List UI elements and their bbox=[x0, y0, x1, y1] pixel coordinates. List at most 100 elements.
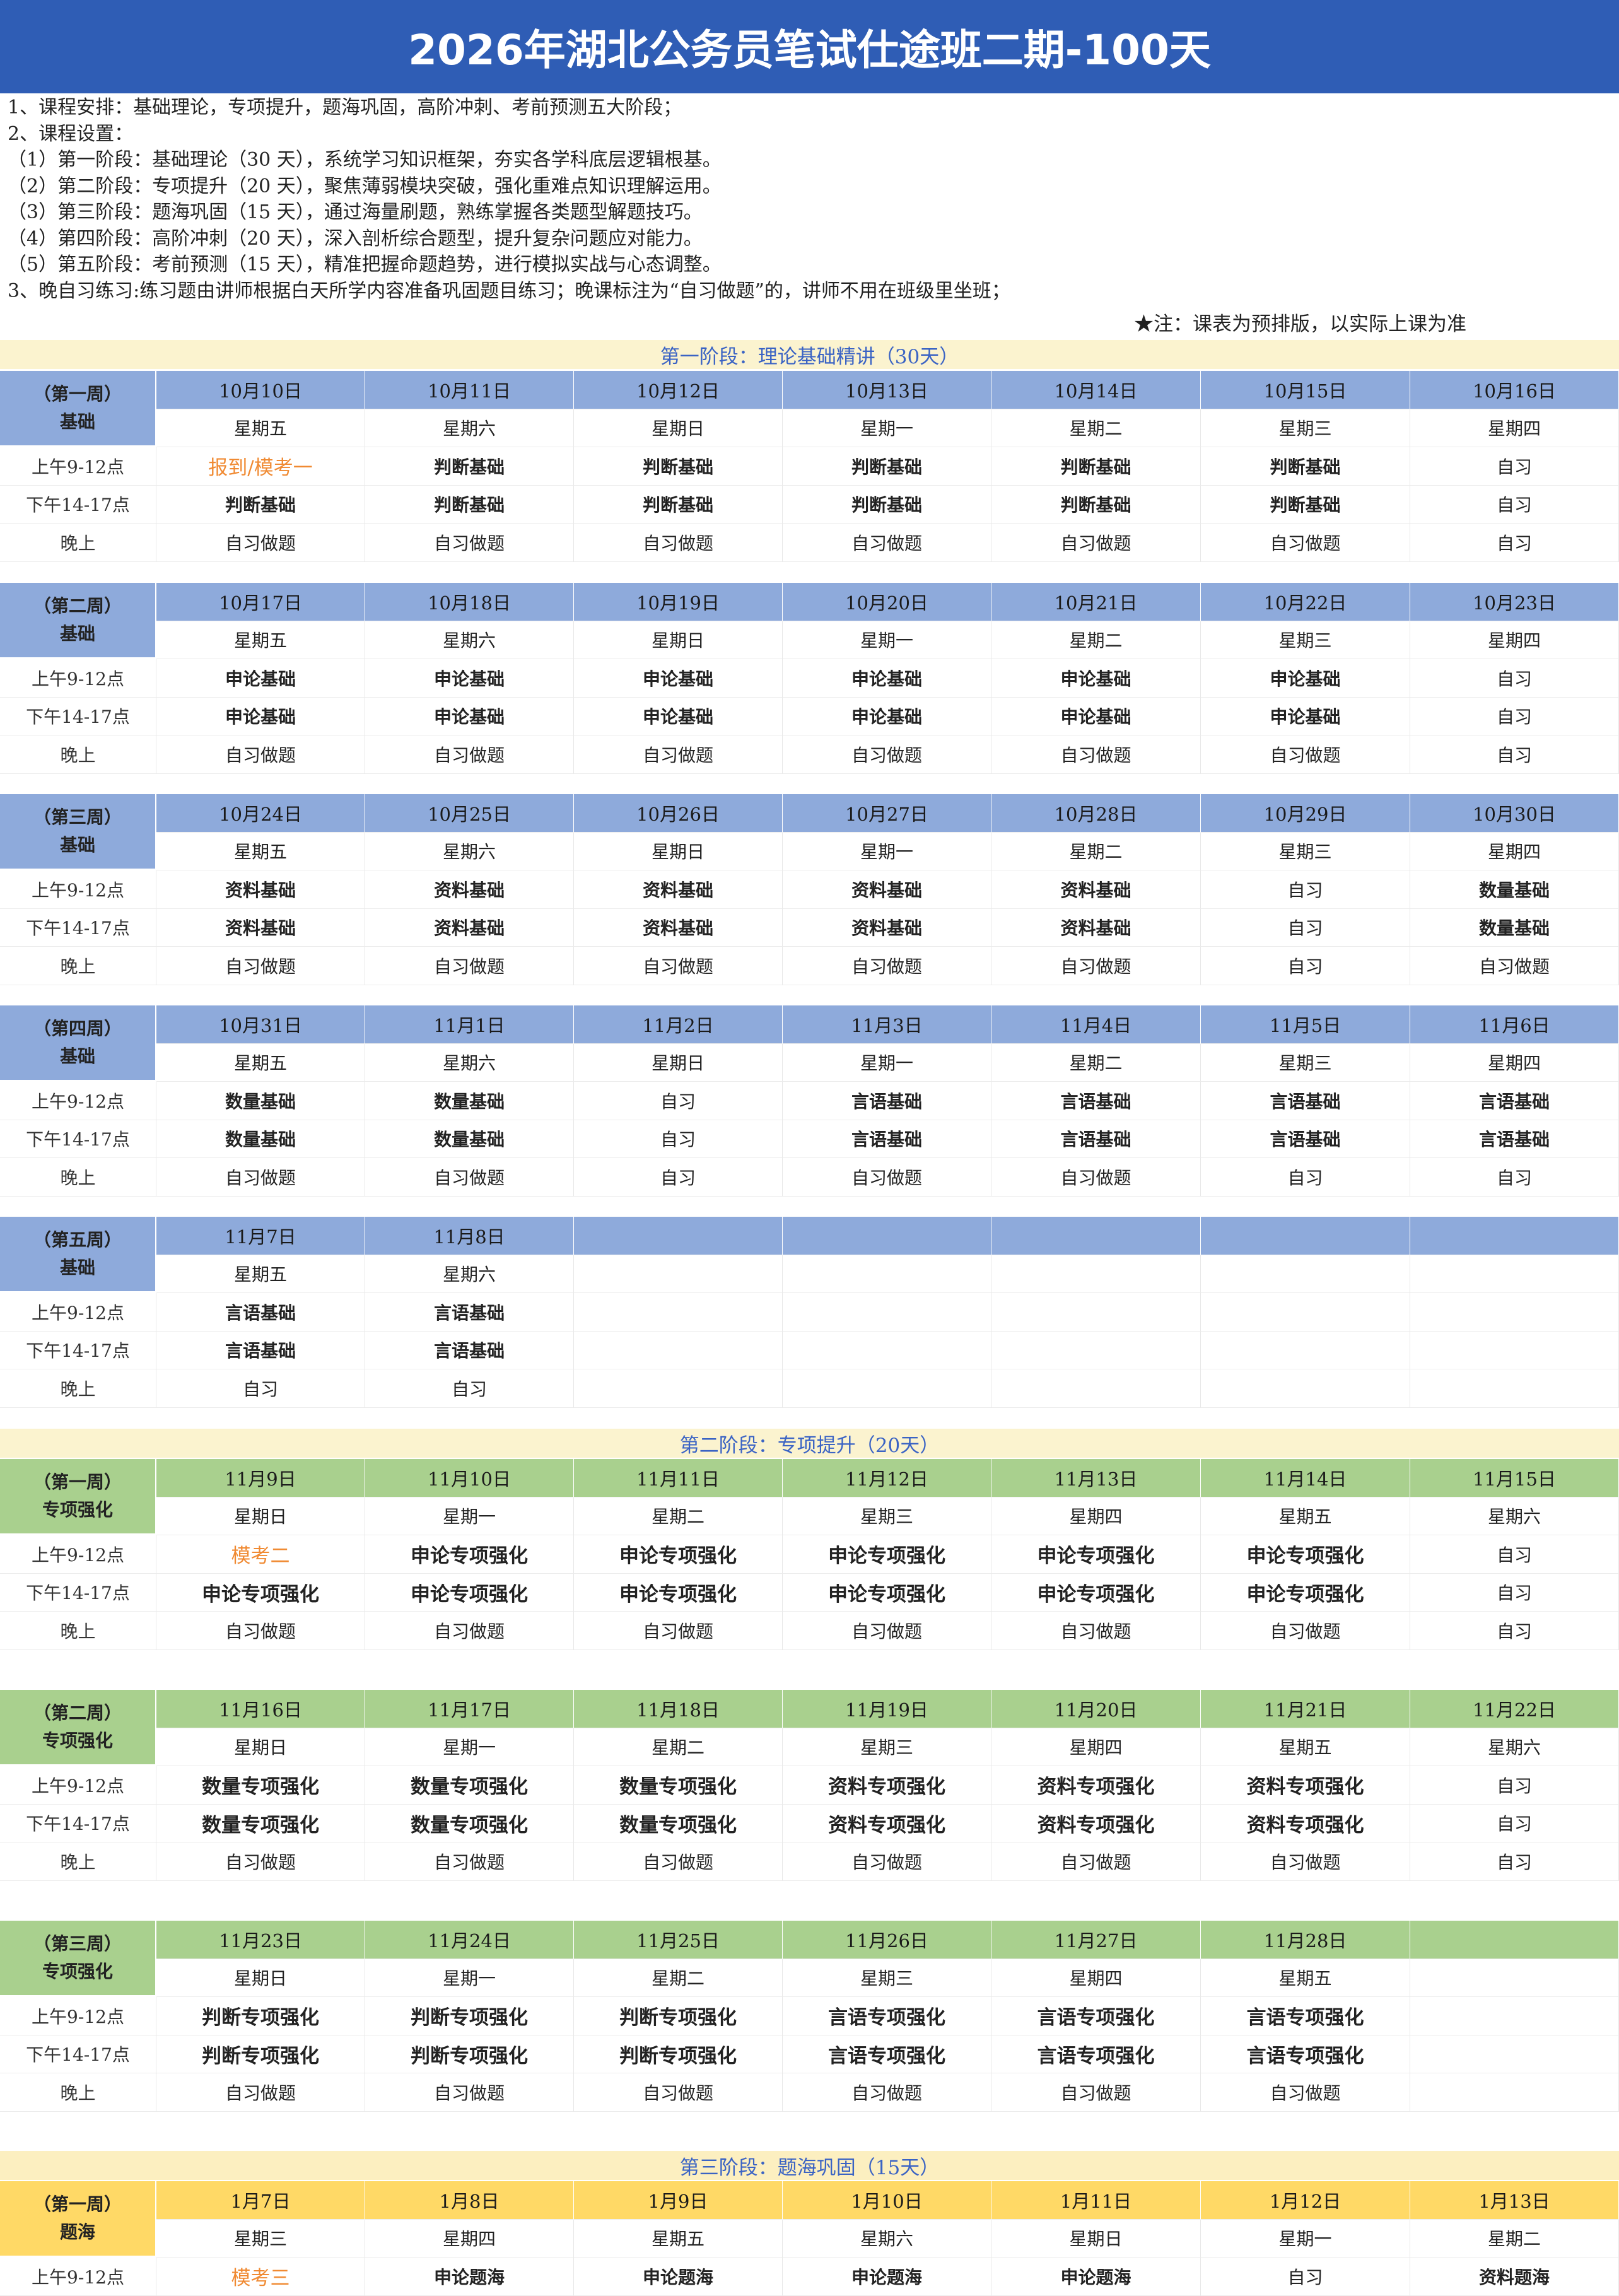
class-cell: 申论专项强化 bbox=[365, 1535, 574, 1574]
class-cell: 自习做题 bbox=[574, 1842, 783, 1881]
date-cell: 11月12日 bbox=[783, 1459, 991, 1497]
weekday-cell: 星期三 bbox=[1201, 1043, 1410, 1082]
class-cell: 资料基础 bbox=[783, 870, 991, 909]
schedule-row: 晚上 自习做题 自习做题 自习 自习做题 自习做题 自习 自习 bbox=[0, 1158, 1619, 1197]
weekday-cell: 星期六 bbox=[1410, 1497, 1619, 1535]
date-cell: 11月26日 bbox=[783, 1921, 991, 1959]
date-cell: 11月8日 bbox=[365, 1217, 574, 1255]
date-cell: 11月9日 bbox=[156, 1459, 365, 1497]
date-cell: 10月12日 bbox=[574, 371, 783, 409]
date-cell: 1月9日 bbox=[574, 2181, 783, 2220]
class-cell: 自习做题 bbox=[1410, 947, 1619, 985]
class-cell: 言语基础 bbox=[783, 1082, 991, 1120]
class-cell: 自习做题 bbox=[783, 1842, 991, 1881]
date-cell: 11月1日 bbox=[365, 1005, 574, 1044]
class-cell bbox=[574, 1369, 783, 1408]
time-slot-label: 晚上 bbox=[0, 524, 156, 562]
schedule-row: 下午14-17点 数量基础 数量基础 自习 言语基础 言语基础 言语基础 言语基础 bbox=[0, 1120, 1619, 1158]
class-cell: 言语专项强化 bbox=[783, 1997, 991, 2035]
class-cell: 判断专项强化 bbox=[365, 1997, 574, 2035]
weekday-cell: 星期五 bbox=[1201, 1959, 1410, 1997]
weekday-cell bbox=[1410, 1255, 1619, 1293]
schedule-row: 星期五 星期六 星期日 星期一 星期二 星期三 星期四 bbox=[0, 832, 1619, 870]
date-cell: 11月15日 bbox=[1410, 1459, 1619, 1497]
time-slot-label: 晚上 bbox=[0, 947, 156, 985]
weekday-cell: 星期五 bbox=[156, 621, 365, 659]
date-cell bbox=[1410, 1217, 1619, 1255]
class-cell: 自习做题 bbox=[574, 1612, 783, 1650]
time-slot-label: 上午9-12点 bbox=[0, 1082, 156, 1120]
weekday-cell: 星期二 bbox=[574, 1497, 783, 1535]
class-cell: 自习 bbox=[1201, 947, 1410, 985]
date-cell: 11月3日 bbox=[783, 1005, 991, 1044]
weekday-cell: 星期一 bbox=[783, 621, 991, 659]
date-cell: 1月13日 bbox=[1410, 2181, 1619, 2220]
time-slot-label: 上午9-12点 bbox=[0, 1535, 156, 1574]
class-cell: 判断专项强化 bbox=[365, 2035, 574, 2073]
schedule-row: 10月10日 10月11日 10月12日 10月13日 10月14日 10月15日 10月1… bbox=[0, 371, 1619, 409]
label-spacer bbox=[0, 1497, 156, 1536]
class-cell: 资料基础 bbox=[574, 870, 783, 909]
date-cell: 11月4日 bbox=[991, 1005, 1201, 1044]
class-cell: 申论基础 bbox=[1201, 697, 1410, 735]
class-cell: 判断基础 bbox=[156, 485, 365, 524]
time-slot-label: 下午14-17点 bbox=[0, 1120, 156, 1158]
intro-line: （3）第三阶段：题海巩固（15 天），通过海量刷题，熟练掌握各类题型解题技巧。 bbox=[8, 201, 703, 223]
class-cell: 申论专项强化 bbox=[574, 1535, 783, 1574]
date-cell: 11月17日 bbox=[365, 1690, 574, 1728]
weekday-cell: 星期三 bbox=[1201, 409, 1410, 447]
date-cell bbox=[574, 1217, 783, 1255]
class-cell bbox=[991, 1293, 1201, 1332]
class-cell: 模考三 bbox=[156, 2258, 365, 2296]
schedule-row: 下午14-17点 数量专项强化 数量专项强化 数量专项强化 资料专项强化 资料专项强化 资料… bbox=[0, 1804, 1619, 1842]
weekday-cell bbox=[783, 1255, 991, 1293]
time-slot-label: 下午14-17点 bbox=[0, 1331, 156, 1369]
class-cell bbox=[991, 1331, 1201, 1369]
class-cell: 报到/模考一 bbox=[156, 447, 365, 486]
class-cell: 自习做题 bbox=[156, 947, 365, 985]
class-cell: 资料题海 bbox=[1410, 2258, 1619, 2296]
time-slot-label: 下午14-17点 bbox=[0, 697, 156, 735]
class-cell: 言语基础 bbox=[156, 1293, 365, 1332]
class-cell: 申论基础 bbox=[365, 659, 574, 698]
class-cell: 自习做题 bbox=[365, 1158, 574, 1197]
class-cell: 言语基础 bbox=[365, 1331, 574, 1369]
class-cell: 资料专项强化 bbox=[991, 1804, 1201, 1842]
class-cell bbox=[1410, 1997, 1619, 2035]
class-cell bbox=[1410, 1369, 1619, 1408]
schedule-row: 晚上 自习做题 自习做题 自习做题 自习做题 自习做题 自习做题 bbox=[0, 2073, 1619, 2112]
class-cell: 自习做题 bbox=[783, 1158, 991, 1197]
class-cell: 自习做题 bbox=[783, 735, 991, 774]
schedule-row: 11月23日 11月24日 11月25日 11月26日 11月27日 11月28日 bbox=[0, 1921, 1619, 1959]
class-cell: 自习 bbox=[574, 1120, 783, 1158]
class-cell: 申论专项强化 bbox=[156, 1573, 365, 1612]
schedule-row: 11月9日 11月10日 11月11日 11月12日 11月13日 11月14日 11月15… bbox=[0, 1459, 1619, 1497]
class-cell: 判断基础 bbox=[783, 485, 991, 524]
class-cell: 申论题海 bbox=[991, 2258, 1201, 2296]
class-cell: 自习做题 bbox=[991, 947, 1201, 985]
schedule-row: 上午9-12点 模考三 申论题海 申论题海 申论题海 申论题海 自习 资料题海 bbox=[0, 2258, 1619, 2296]
weekday-cell: 星期三 bbox=[783, 1497, 991, 1535]
date-cell: 1月8日 bbox=[365, 2181, 574, 2220]
class-cell bbox=[783, 1331, 991, 1369]
schedule-row: 下午14-17点 申论专项强化 申论专项强化 申论专项强化 申论专项强化 申论专项强化 申论… bbox=[0, 1573, 1619, 1612]
class-cell: 资料基础 bbox=[156, 908, 365, 947]
class-cell: 自习 bbox=[1410, 1158, 1619, 1197]
schedule-row: 星期三 星期四 星期五 星期六 星期日 星期一 星期二 bbox=[0, 2219, 1619, 2258]
date-cell: 11月27日 bbox=[991, 1921, 1201, 1959]
schedule-row: 下午14-17点 判断专项强化 判断专项强化 判断专项强化 言语专项强化 言语专项强化 言语… bbox=[0, 2035, 1619, 2073]
class-cell bbox=[1201, 1293, 1410, 1332]
time-slot-label: 下午14-17点 bbox=[0, 1804, 156, 1842]
date-cell: 1月7日 bbox=[156, 2181, 365, 2220]
class-cell: 自习做题 bbox=[574, 2073, 783, 2112]
stage-banner: 第一阶段：理论基础精讲（30天） bbox=[0, 340, 1619, 369]
date-cell: 11月6日 bbox=[1410, 1005, 1619, 1044]
class-cell: 自习做题 bbox=[574, 524, 783, 562]
weekday-cell: 星期五 bbox=[1201, 1497, 1410, 1535]
date-cell: 11月20日 bbox=[991, 1690, 1201, 1728]
class-cell: 资料基础 bbox=[156, 870, 365, 909]
class-cell: 申论专项强化 bbox=[991, 1535, 1201, 1574]
weekday-cell: 星期日 bbox=[991, 2219, 1201, 2258]
schedule-row: 上午9-12点 资料基础 资料基础 资料基础 资料基础 资料基础 自习 数量基础 bbox=[0, 870, 1619, 909]
class-cell: 数量基础 bbox=[156, 1082, 365, 1120]
